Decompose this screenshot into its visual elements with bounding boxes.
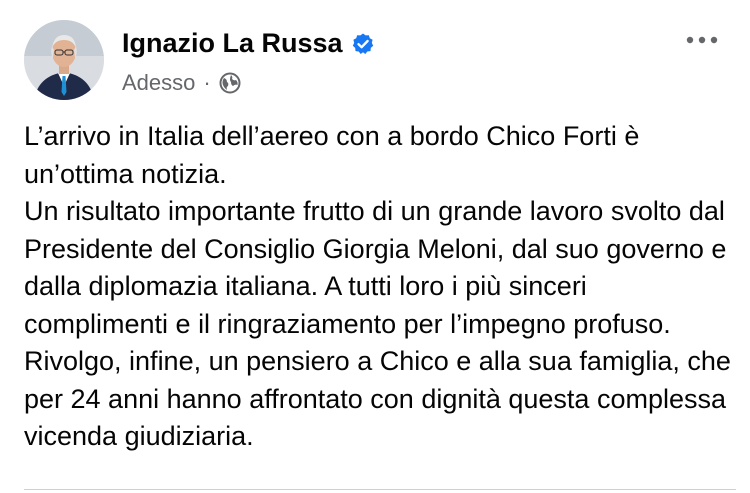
- post-body: L’arrivo in Italia dell’aereo con a bord…: [24, 118, 734, 456]
- post-paragraph: L’arrivo in Italia dell’aereo con a bord…: [24, 121, 640, 189]
- post-paragraph: Un risultato importante frutto di un gra…: [24, 196, 727, 339]
- post-timestamp[interactable]: Adesso: [122, 70, 195, 96]
- post-paragraph: Rivolgo, infine, un pensiero a Chico e a…: [24, 346, 731, 451]
- avatar-photo: [24, 20, 104, 100]
- verified-badge-icon: [351, 32, 375, 56]
- author-row: Ignazio La Russa: [122, 28, 375, 59]
- divider: [24, 489, 736, 490]
- more-options-button[interactable]: [682, 30, 722, 50]
- avatar[interactable]: [24, 20, 104, 100]
- meta-separator: ·: [203, 70, 211, 95]
- post-header: Ignazio La Russa Adesso ·: [24, 20, 730, 100]
- post-meta: Adesso ·: [122, 70, 241, 96]
- author-name[interactable]: Ignazio La Russa: [122, 28, 343, 59]
- more-dots-icon: [686, 36, 718, 44]
- globe-icon[interactable]: [219, 72, 241, 94]
